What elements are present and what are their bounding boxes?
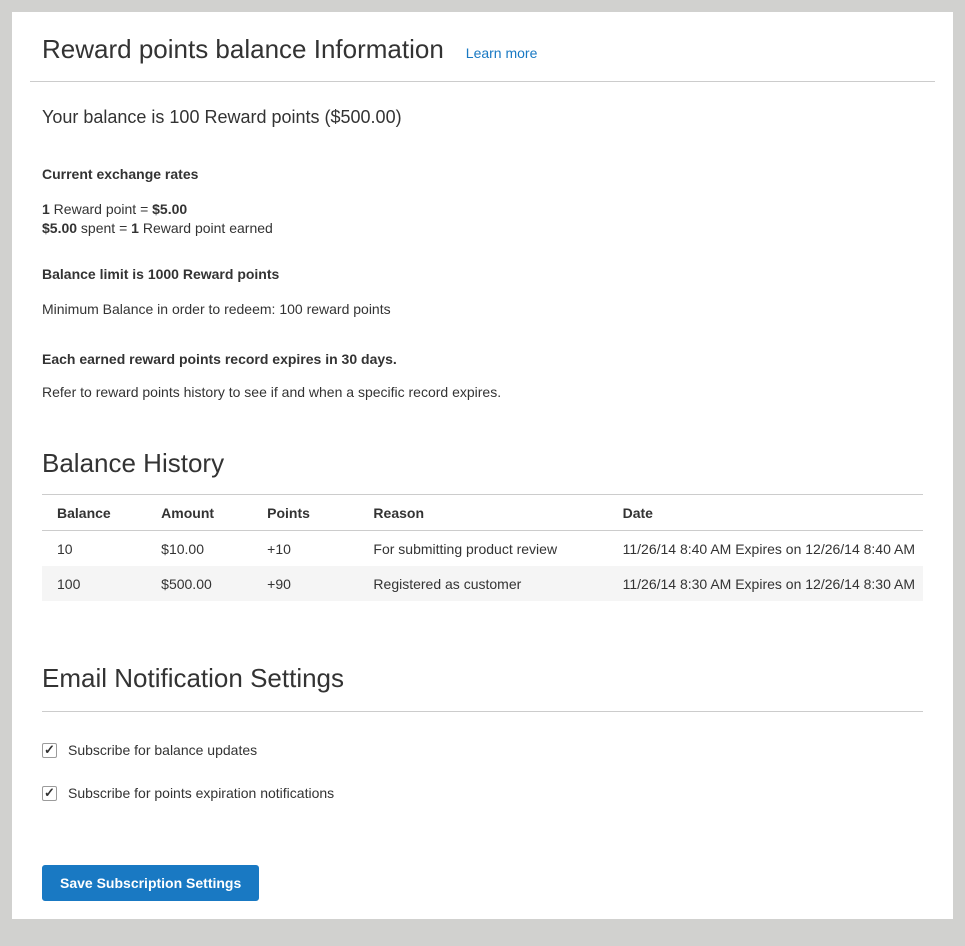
table-row: 10 $10.00 +10 For submitting product rev… [42, 531, 923, 567]
cell-date: 11/26/14 8:30 AM Expires on 12/26/14 8:3… [608, 566, 923, 601]
cell-balance: 100 [42, 566, 146, 601]
exchange-rates-heading: Current exchange rates [42, 165, 923, 184]
cell-points: +90 [252, 566, 358, 601]
balance-history-section: Balance History Balance Amount Points Re… [42, 448, 923, 601]
page-header: Reward points balance Information Learn … [30, 28, 935, 82]
cell-date: 11/26/14 8:40 AM Expires on 12/26/14 8:4… [608, 531, 923, 567]
column-header-amount: Amount [146, 495, 252, 531]
column-header-reason: Reason [358, 495, 607, 531]
email-notification-heading: Email Notification Settings [42, 663, 923, 712]
cell-points: +10 [252, 531, 358, 567]
cell-reason: For submitting product review [358, 531, 607, 567]
page-title: Reward points balance Information [42, 34, 444, 65]
email-notification-section: Email Notification Settings Subscribe fo… [42, 663, 923, 911]
balance-updates-label[interactable]: Subscribe for balance updates [68, 742, 257, 758]
text-part: 1 [131, 220, 139, 236]
points-expiration-option: Subscribe for points expiration notifica… [42, 785, 923, 801]
balance-updates-option: Subscribe for balance updates [42, 742, 923, 758]
table-header-row: Balance Amount Points Reason Date [42, 495, 923, 531]
learn-more-link[interactable]: Learn more [466, 45, 538, 61]
balance-summary: Your balance is 100 Reward points ($500.… [42, 107, 923, 128]
reward-points-panel: Reward points balance Information Learn … [12, 12, 953, 919]
balance-limit-text: Balance limit is 1000 Reward points [42, 265, 923, 284]
cell-amount: $10.00 [146, 531, 252, 567]
expiration-heading: Each earned reward points record expires… [42, 350, 923, 369]
text-part: $5.00 [42, 220, 77, 236]
column-header-balance: Balance [42, 495, 146, 531]
cell-balance: 10 [42, 531, 146, 567]
text-part: 1 [42, 201, 50, 217]
expiration-note: Refer to reward points history to see if… [42, 383, 923, 402]
points-expiration-label[interactable]: Subscribe for points expiration notifica… [68, 785, 334, 801]
column-header-date: Date [608, 495, 923, 531]
text-part: spent = [77, 220, 131, 236]
balance-history-heading: Balance History [42, 448, 923, 479]
panel-content: Your balance is 100 Reward points ($500.… [30, 107, 935, 911]
cell-reason: Registered as customer [358, 566, 607, 601]
points-expiration-checkbox[interactable] [42, 786, 57, 801]
exchange-rate-line-1: 1 Reward point = $5.00 [42, 200, 923, 219]
text-part: $5.00 [152, 201, 187, 217]
column-header-points: Points [252, 495, 358, 531]
text-part: Reward point = [50, 201, 152, 217]
save-subscription-button[interactable]: Save Subscription Settings [42, 865, 259, 901]
cell-amount: $500.00 [146, 566, 252, 601]
exchange-rate-line-2: $5.00 spent = 1 Reward point earned [42, 219, 923, 238]
text-part: Reward point earned [139, 220, 273, 236]
balance-updates-checkbox[interactable] [42, 743, 57, 758]
minimum-balance-text: Minimum Balance in order to redeem: 100 … [42, 300, 923, 319]
page-background: Reward points balance Information Learn … [0, 0, 965, 946]
table-row: 100 $500.00 +90 Registered as customer 1… [42, 566, 923, 601]
balance-history-table: Balance Amount Points Reason Date 10 $10… [42, 494, 923, 601]
